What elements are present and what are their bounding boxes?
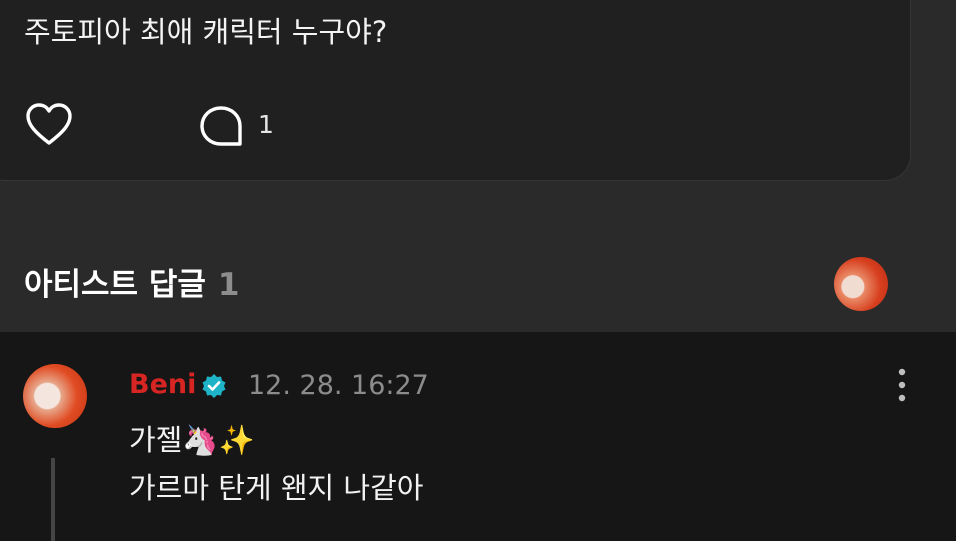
comment-bubble-icon[interactable] (198, 104, 244, 148)
verified-badge-icon (202, 374, 226, 398)
reply-text-line1: 가젤🦄✨ (129, 423, 255, 457)
reply-author[interactable]: Beni (129, 366, 196, 404)
more-vertical-icon[interactable] (896, 366, 908, 404)
section-title-count: 1 (217, 267, 240, 303)
reply-timestamp: 12. 28. 16:27 (248, 370, 429, 401)
reply-avatar[interactable] (23, 364, 87, 428)
thread-line (51, 458, 55, 541)
comment-count: 1 (258, 110, 274, 139)
heart-icon[interactable] (24, 102, 74, 146)
reply-text-line2: 가르마 탄게 왠지 나같아 (129, 471, 424, 505)
section-title: 아티스트 답글 1 (24, 264, 240, 306)
artist-avatar[interactable] (834, 257, 888, 311)
section-title-label: 아티스트 답글 (24, 267, 206, 303)
post-text: 주토피아 최애 캐릭터 누구야? (24, 15, 388, 49)
